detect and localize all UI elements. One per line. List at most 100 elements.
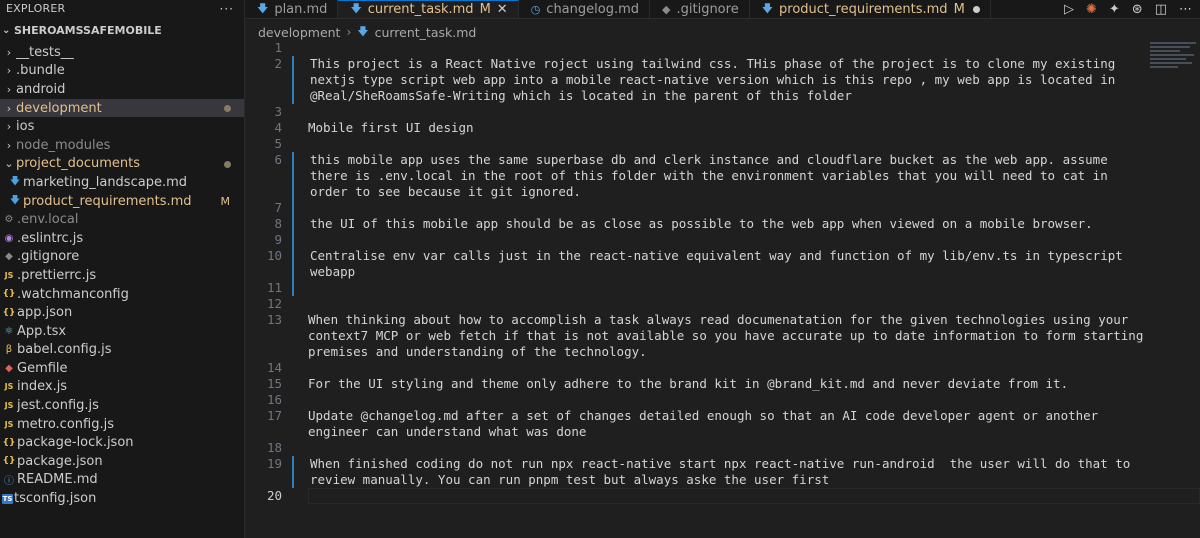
file-type-icon: ◆ — [5, 251, 13, 263]
editor-line[interactable]: 3 — [245, 104, 1200, 120]
more-actions-icon[interactable]: ··· — [220, 2, 234, 16]
editor-line[interactable]: 9 — [245, 232, 1200, 248]
line-text — [310, 280, 1200, 296]
tab-list: 🡇 plan.md 🡇 current_task.md M ✕ ◷ changelog.md ◆… — [245, 0, 991, 18]
file-type-icon: 🡇 — [9, 175, 21, 187]
folder-item[interactable]: › ios — [0, 117, 244, 136]
file-type-icon: β — [5, 344, 13, 356]
breadcrumb-file[interactable]: current_task.md — [375, 25, 477, 40]
editor-line[interactable]: 18 — [245, 440, 1200, 456]
file-item[interactable]: {} package.json — [0, 452, 244, 471]
chevron-right-icon: › — [6, 45, 12, 59]
editor-line[interactable]: 16 — [245, 392, 1200, 408]
chevron-right-icon: › — [6, 64, 12, 78]
file-item[interactable]: {} package-lock.json — [0, 433, 244, 452]
file-type-icon: ◆ — [662, 2, 671, 16]
file-item[interactable]: {} app.json — [0, 303, 244, 322]
tree-item-label: .gitignore — [17, 249, 80, 265]
folder-item[interactable]: › node_modules — [0, 136, 244, 155]
tab-label: plan.md — [274, 1, 328, 17]
diff-gutter-marker — [292, 104, 298, 120]
file-type-icon: 🡇 — [350, 2, 362, 15]
tree-item-label: project_documents — [16, 156, 140, 172]
file-item[interactable]: JS .prettierrc.js — [0, 266, 244, 285]
folder-item[interactable]: › __tests__ — [0, 43, 244, 62]
diff-gutter-marker — [292, 488, 298, 504]
file-item[interactable]: JS jest.config.js — [0, 396, 244, 415]
editor-tab[interactable]: 🡇 product_requirements.md M — [750, 0, 991, 18]
diff-gutter-marker — [292, 120, 298, 136]
editor-actions: ▷ ✺ ✦ ⊛ ◫ ⋯ — [1063, 0, 1200, 18]
diff-gutter-marker — [292, 296, 298, 312]
line-number: 14 — [266, 360, 282, 375]
file-item[interactable]: ◉ .eslintrc.js — [0, 229, 244, 248]
file-item[interactable]: TS tsconfig.json — [0, 489, 244, 508]
editor-line[interactable]: 20 — [245, 488, 1200, 504]
editor-tab[interactable]: ◆ .gitignore — [650, 0, 750, 18]
unsaved-dot-icon[interactable] — [972, 5, 980, 13]
editor-area[interactable]: 1 2 This project is a React Native roject … — [245, 40, 1200, 538]
editor-tab[interactable]: ◷ changelog.md — [519, 0, 651, 18]
editor-line[interactable]: 4 Mobile first UI design — [245, 120, 1200, 136]
file-item[interactable]: 🡇 marketing_landscape.md — [0, 173, 244, 192]
file-item[interactable]: {} .watchmanconfig — [0, 285, 244, 304]
editor-line[interactable]: 12 — [245, 296, 1200, 312]
editor-line[interactable]: 10 Centralise env var calls just in the r… — [245, 248, 1200, 280]
editor-line[interactable]: 19 When finished coding do not run npx re… — [245, 456, 1200, 488]
diff-gutter-marker — [292, 376, 298, 392]
editor-tab[interactable]: 🡇 plan.md — [245, 0, 339, 18]
tree-item-label: node_modules — [16, 137, 111, 153]
editor-line[interactable]: 7 — [245, 200, 1200, 216]
breadcrumb-folder[interactable]: development — [258, 25, 340, 40]
chevron-down-icon: ⌄ — [4, 157, 14, 171]
line-number: 5 — [274, 136, 282, 151]
diff-gutter-marker — [292, 40, 298, 56]
editor-line[interactable]: 17 Update @changelog.md after a set of ch… — [245, 408, 1200, 440]
line-text: Mobile first UI design — [308, 120, 474, 135]
modified-dot-icon — [224, 104, 231, 112]
diff-gutter-marker — [292, 280, 300, 296]
line-text: Centralise env var calls just in the rea… — [310, 248, 1131, 279]
line-text — [308, 104, 1200, 120]
file-tree: › __tests__ › .bundle › android › development › i… — [0, 43, 244, 508]
file-item[interactable]: ⚙ .env.local — [0, 210, 244, 229]
file-item[interactable]: ⓘ README.md — [0, 471, 244, 490]
editor-tab[interactable]: 🡇 current_task.md M ✕ — [338, 0, 519, 18]
run-icon[interactable]: ▷ — [1064, 2, 1074, 17]
editor-line[interactable]: 14 — [245, 360, 1200, 376]
file-item[interactable]: ◆ Gemfile — [0, 359, 244, 378]
editor-line[interactable]: 13 When thinking about how to accomplish … — [245, 312, 1200, 360]
file-item[interactable]: 🡇 product_requirements.md M — [0, 192, 244, 211]
tab-label: product_requirements.md — [779, 1, 948, 17]
minimap[interactable] — [1140, 40, 1200, 80]
editor-line[interactable]: 15 For the UI styling and theme only adhe… — [245, 376, 1200, 392]
openai-icon[interactable]: ⊛ — [1132, 2, 1143, 17]
copilot-star-icon[interactable]: ✦ — [1109, 2, 1120, 17]
file-item[interactable]: JS index.js — [0, 378, 244, 397]
close-icon[interactable]: ✕ — [497, 2, 508, 17]
more-icon[interactable]: ⋯ — [1179, 2, 1192, 17]
split-editor-icon[interactable]: ◫ — [1155, 2, 1167, 17]
file-item[interactable]: β babel.config.js — [0, 341, 244, 360]
line-number: 4 — [274, 120, 282, 135]
claude-icon[interactable]: ✺ — [1086, 2, 1097, 17]
folder-item[interactable]: ⌄ project_documents — [0, 155, 244, 174]
file-item[interactable]: JS metro.config.js — [0, 415, 244, 434]
folder-item[interactable]: › development — [0, 98, 244, 118]
file-type-icon: 🡇 — [761, 1, 774, 15]
editor-line[interactable]: 8 the UI of this mobile app should be as … — [245, 216, 1200, 232]
editor-line[interactable]: 11 — [245, 280, 1200, 296]
editor-line[interactable]: 2 This project is a React Native roject u… — [245, 56, 1200, 104]
file-item[interactable]: ⚛ App.tsx — [0, 322, 244, 341]
editor-line[interactable]: 1 — [245, 40, 1200, 56]
line-text: this mobile app uses the same superbase … — [310, 152, 1116, 199]
git-status-badge: M — [220, 194, 231, 208]
folder-item[interactable]: › android — [0, 80, 244, 99]
editor-line[interactable]: 6 this mobile app uses the same superbase… — [245, 152, 1200, 200]
editor-line[interactable]: 5 — [245, 136, 1200, 152]
diff-gutter-marker — [292, 360, 298, 376]
line-text — [310, 232, 1200, 248]
project-root[interactable]: ⌄ SHEROAMSSAFEMOBILE — [0, 17, 244, 43]
file-item[interactable]: ◆ .gitignore — [0, 248, 244, 267]
folder-item[interactable]: › .bundle — [0, 62, 244, 81]
